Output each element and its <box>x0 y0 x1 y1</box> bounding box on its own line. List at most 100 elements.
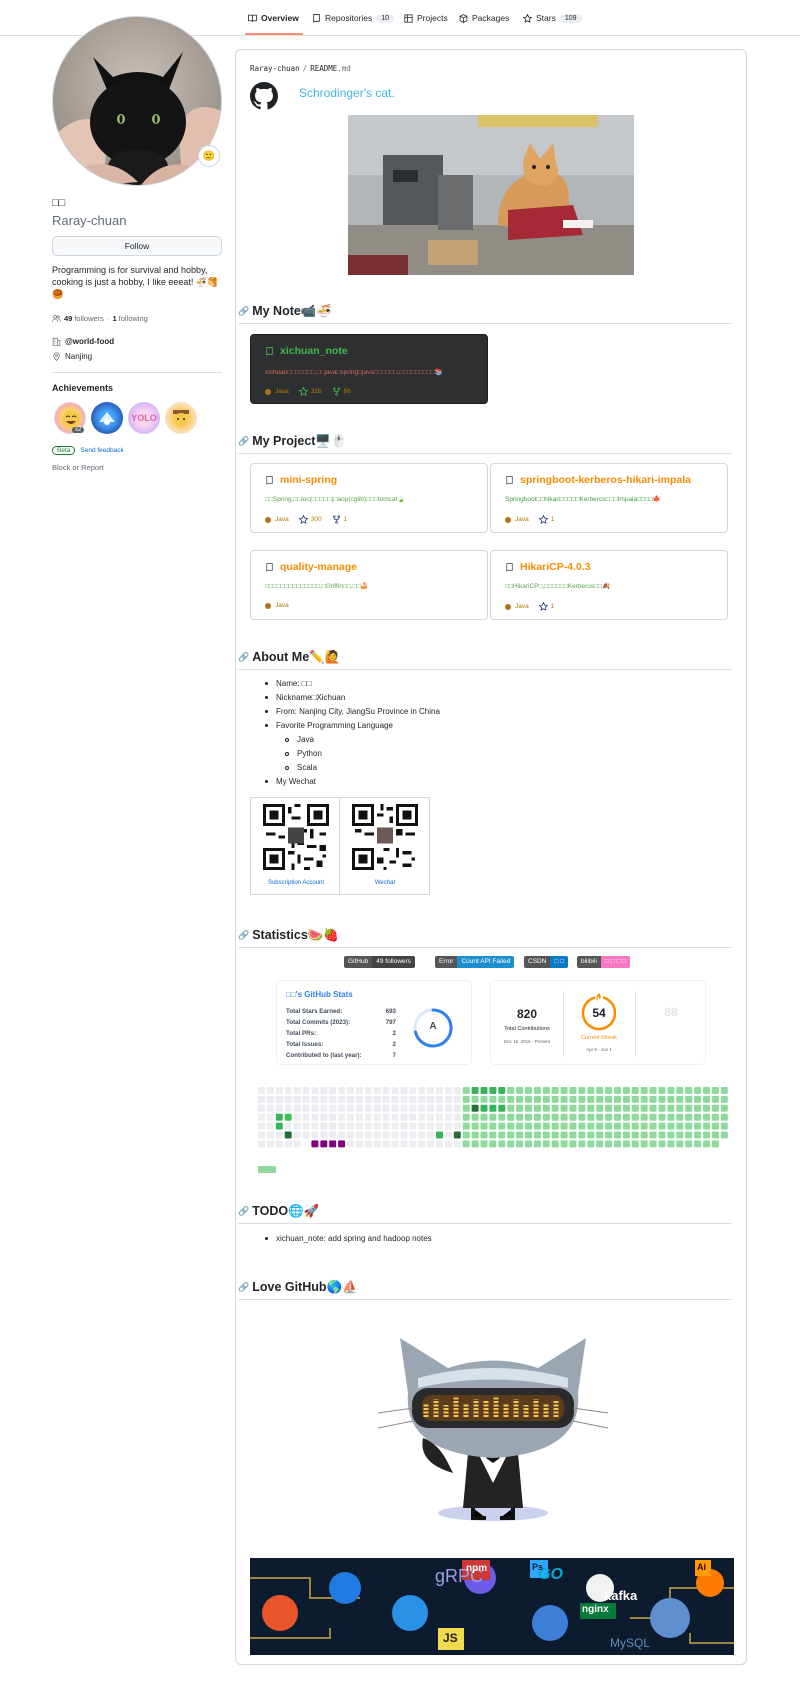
link-anchor-icon[interactable]: 🔗 <box>238 306 249 317</box>
contribution-cell <box>640 1095 648 1103</box>
repo-forks: 1 <box>343 516 348 523</box>
contribution-cell <box>293 1113 301 1121</box>
tab-packages[interactable]: Packages <box>459 9 509 27</box>
contribution-cell <box>338 1104 346 1112</box>
readme-path-user[interactable]: Raray-chuan <box>250 64 300 73</box>
visitor-count-badge[interactable]: Error Count API Failed <box>435 956 515 968</box>
contribution-cell <box>587 1095 595 1103</box>
organization-icon <box>52 337 61 346</box>
contribution-cell <box>347 1087 354 1094</box>
contribution-cell <box>311 1131 319 1139</box>
contribution-cell <box>649 1087 657 1094</box>
project-repo-card[interactable]: springboot-kerberos-hikari-impala Spring… <box>490 463 728 533</box>
link-anchor-icon[interactable]: 🔗 <box>238 652 249 663</box>
project-repo-name[interactable]: mini-spring <box>280 474 337 486</box>
contribution-cell <box>649 1131 657 1139</box>
contribution-cell <box>329 1104 337 1112</box>
contribution-cell <box>720 1113 728 1121</box>
contribution-cell <box>409 1122 417 1130</box>
repo-icon <box>266 562 273 572</box>
set-status-button[interactable]: 🙂 <box>198 145 220 167</box>
qr-cell: Subscription Account <box>251 798 340 894</box>
contribution-cell <box>275 1104 283 1112</box>
project-repo-name[interactable]: HikariCP-4.0.3 <box>520 561 591 573</box>
profile-bio: Programming is for survival and hobby, c… <box>52 265 219 299</box>
tab-stars[interactable]: Stars 109 <box>523 9 582 27</box>
contribution-cell <box>364 1122 372 1130</box>
contribution-cell <box>355 1095 363 1103</box>
contribution-cell <box>311 1113 319 1121</box>
csdn-badge[interactable]: CSDN □ □ <box>524 956 569 968</box>
contribution-cell <box>489 1122 497 1130</box>
tab-overview[interactable]: Overview <box>248 9 299 27</box>
contribution-cell <box>703 1113 710 1121</box>
block-report-link[interactable]: Block or Report <box>52 463 104 472</box>
contribution-cell <box>320 1122 328 1130</box>
contribution-cell <box>694 1140 702 1148</box>
contribution-cell <box>676 1095 684 1103</box>
contribution-cell <box>436 1122 443 1130</box>
repo-icon <box>506 475 513 485</box>
contribution-cell <box>284 1087 292 1094</box>
link-anchor-icon[interactable]: 🔗 <box>238 436 249 447</box>
project-repo-card[interactable]: mini-spring □□Spring,□□ioc(□□□□□)□aop(cg… <box>250 463 488 533</box>
contribution-cell <box>507 1131 515 1139</box>
tab-label: Projects <box>417 13 448 23</box>
tech-banner-labels: gRPC npm GO kafka JS nginx MySQL Ps Ai <box>250 1558 734 1655</box>
avatar[interactable] <box>52 16 222 186</box>
achievement-pull-shark-badge[interactable] <box>165 402 197 434</box>
contribution-cell <box>489 1087 497 1094</box>
contribution-cell <box>533 1113 541 1121</box>
link-anchor-icon[interactable]: 🔗 <box>238 930 249 941</box>
note-repo-name[interactable]: xichuan_note <box>280 345 348 357</box>
contribution-cell <box>266 1104 274 1112</box>
github-followers-badge[interactable]: GitHub 49 followers <box>344 956 415 968</box>
project-repo-name[interactable]: quality-manage <box>280 561 357 573</box>
bilibili-badge[interactable]: bilibili □ □ □ □ <box>577 956 631 968</box>
badge-label: CSDN <box>524 956 551 968</box>
achievement-yolo-badge[interactable]: YOLO <box>128 402 160 434</box>
contribution-cell <box>284 1095 292 1103</box>
contribution-cell <box>409 1140 417 1148</box>
badge-value: 49 followers <box>372 956 415 968</box>
language-color-dot <box>265 516 271 523</box>
following-link[interactable]: 1 following <box>112 314 147 323</box>
org-link[interactable]: @world-food <box>65 337 114 346</box>
repo-language: Java <box>515 603 529 610</box>
contribution-cell <box>418 1087 426 1094</box>
contribution-cell <box>720 1104 728 1112</box>
contribution-cell <box>471 1113 479 1121</box>
contribution-cell <box>453 1131 461 1139</box>
link-anchor-icon[interactable]: 🔗 <box>238 1282 249 1293</box>
project-repo-card[interactable]: quality-manage □□□□□□□□□□□□□□,□Griffin□□… <box>250 550 488 620</box>
contribution-cell <box>320 1140 328 1148</box>
contribution-graph <box>258 1087 728 1148</box>
contribution-cell <box>622 1131 630 1139</box>
tab-projects[interactable]: Projects <box>404 9 448 27</box>
contribution-cell <box>614 1122 621 1130</box>
contribution-cell <box>329 1113 337 1121</box>
project-repo-name[interactable]: springboot-kerberos-hikari-impala <box>520 474 691 486</box>
followers-link[interactable]: 49 followers <box>64 314 104 323</box>
tab-repositories[interactable]: Repositories 10 <box>312 9 395 27</box>
banner-label: JS <box>443 1631 458 1645</box>
cat-cashier-image <box>348 115 634 275</box>
contribution-cell <box>266 1131 274 1139</box>
contribution-cell <box>614 1113 621 1121</box>
link-anchor-icon[interactable]: 🔗 <box>238 1206 249 1217</box>
repo-language: Java <box>275 602 289 609</box>
contribution-cell <box>284 1113 292 1121</box>
contribution-cell <box>400 1140 408 1148</box>
fork-icon <box>332 387 340 396</box>
contribution-cell <box>498 1140 506 1148</box>
contribution-cell <box>596 1113 604 1121</box>
project-repo-card[interactable]: HikariCP-4.0.3 □□HikariCP□,□□□□□□Kerbero… <box>490 550 728 620</box>
achievement-arctic-badge[interactable] <box>91 402 123 434</box>
send-feedback-link[interactable]: Send feedback <box>80 447 123 454</box>
contribution-cell <box>551 1140 559 1148</box>
contribution-cell <box>338 1087 346 1094</box>
follow-button[interactable]: Follow <box>52 236 222 256</box>
separator: · <box>106 314 110 323</box>
note-repo-card[interactable]: xichuan_note xichuan□□□□□□□,□□java□sprin… <box>250 334 488 404</box>
badge-value: Count API Failed <box>457 956 515 968</box>
